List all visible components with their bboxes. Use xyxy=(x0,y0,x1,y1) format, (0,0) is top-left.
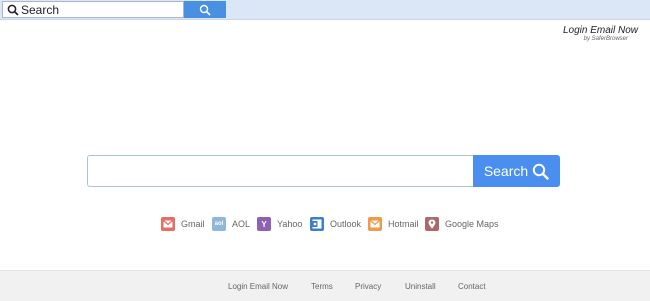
quick-link-label: Outlook xyxy=(330,219,362,229)
main-search-button[interactable]: Search xyxy=(473,155,560,187)
quick-link-outlook[interactable]: Outlook xyxy=(310,216,361,232)
brand-title: Login Email Now xyxy=(562,25,638,36)
quick-link-label: Hotmail xyxy=(388,219,419,229)
footer-link-privacy[interactable]: Privacy xyxy=(355,282,381,291)
quick-link-label: AOL xyxy=(232,219,251,229)
footer-link-uninstall[interactable]: Uninstall xyxy=(405,282,436,291)
main-search-button-label: Search xyxy=(483,163,529,179)
quick-link-hotmail[interactable]: Hotmail xyxy=(368,216,419,232)
top-search-button[interactable] xyxy=(184,1,226,18)
footer-link-contact[interactable]: Contact xyxy=(458,282,486,291)
quick-link-google-maps[interactable]: Google Maps xyxy=(425,216,499,232)
main-search-input[interactable] xyxy=(88,156,474,186)
yahoo-icon: Y xyxy=(257,217,271,231)
main-search-box[interactable] xyxy=(87,155,474,187)
aol-icon: aol xyxy=(212,217,226,231)
hotmail-icon xyxy=(368,217,382,231)
top-toolbar xyxy=(0,0,650,20)
quick-links: Gmail aol AOL Y Yahoo Outlook Hotmail Go… xyxy=(0,216,650,232)
outlook-icon xyxy=(310,217,324,231)
footer-link-login-email-now[interactable]: Login Email Now xyxy=(228,282,288,291)
brand-subtitle: by SaferBrowser xyxy=(583,36,628,42)
footer-link-terms[interactable]: Terms xyxy=(311,282,333,291)
search-icon xyxy=(532,163,549,180)
footer: Login Email Now Terms Privacy Uninstall … xyxy=(0,270,650,301)
quick-link-label: Gmail xyxy=(181,219,205,229)
top-search-input[interactable] xyxy=(21,2,171,17)
brand-logo[interactable]: Login Email Now by SaferBrowser xyxy=(563,25,638,43)
google-maps-icon xyxy=(425,217,439,231)
quick-link-aol[interactable]: aol AOL xyxy=(212,216,250,232)
search-icon xyxy=(199,4,211,16)
search-icon xyxy=(7,4,19,16)
quick-link-yahoo[interactable]: Y Yahoo xyxy=(257,216,302,232)
gmail-icon xyxy=(161,217,175,231)
quick-link-label: Google Maps xyxy=(445,219,499,229)
top-search-box[interactable] xyxy=(2,1,184,18)
quick-link-label: Yahoo xyxy=(277,219,303,229)
quick-link-gmail[interactable]: Gmail xyxy=(161,216,205,232)
